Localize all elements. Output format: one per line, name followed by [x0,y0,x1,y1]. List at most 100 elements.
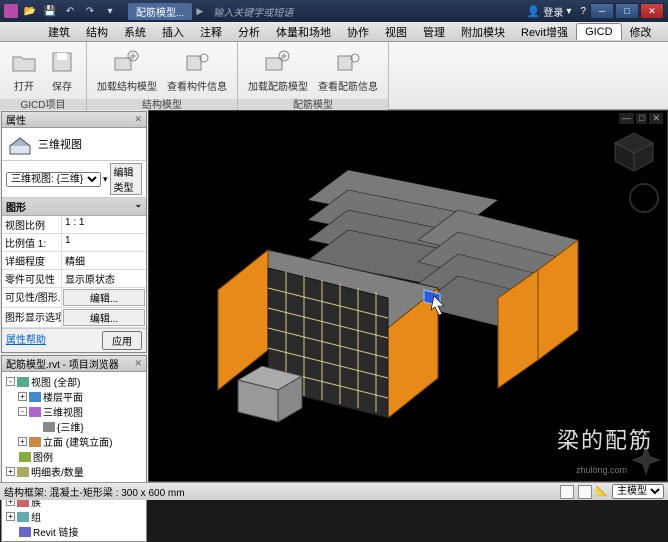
tree-item-label: 视图 (全部) [31,374,80,389]
panel-title: 属性 [6,112,26,127]
tree-node[interactable]: + 明细表/数量 [4,464,144,479]
property-key: 视图比例 [2,216,62,233]
edit-type-button[interactable]: 编辑类型 [110,163,142,195]
expand-icon[interactable]: + [18,392,27,401]
category-label: 图形 [6,199,26,214]
tab-gicd[interactable]: GICD [576,23,622,40]
document-title: 配筋模型... [128,3,192,20]
view-mode-select[interactable]: 主模型 [612,484,664,499]
qat-more-icon[interactable]: ▾ [102,3,118,19]
tab-structure[interactable]: 结构 [78,22,116,42]
tab-architecture[interactable]: 建筑 [40,22,78,42]
login-link[interactable]: 登录 [543,4,563,19]
tab-insert[interactable]: 插入 [154,22,192,42]
view-rebar-button[interactable]: 查看配筋信息 [314,46,382,95]
tab-manage[interactable]: 管理 [415,22,453,42]
status-icon-2[interactable] [578,485,592,499]
tab-modify[interactable]: 修改 [622,22,660,42]
tree-node[interactable]: +立面 (建筑立面) [4,434,144,449]
app-icon[interactable] [4,4,18,18]
close-button[interactable]: ✕ [640,3,664,19]
property-value[interactable]: 精细 [62,252,146,269]
property-row[interactable]: 详细程度精细 [2,252,146,270]
tree-node[interactable]: 图例 [4,449,144,464]
save-icon [48,48,76,76]
tab-annotate[interactable]: 注释 [192,22,230,42]
ribbon-group-project: 打开 保存 GICD项目 [0,42,87,109]
building-model [198,140,618,440]
instance-chevron-icon[interactable]: ▾ [103,174,108,185]
tab-collaborate[interactable]: 协作 [339,22,377,42]
minimize-button[interactable]: ─ [590,3,614,19]
tree-item-icon [17,377,29,387]
viewport-close-icon[interactable]: ✕ [649,113,663,124]
model-viewport[interactable]: — □ ✕ [148,110,668,482]
title-chevron-icon[interactable]: ▶ [196,6,203,17]
tab-addins[interactable]: 附加模块 [453,22,513,42]
property-value[interactable]: 1 : 1 [62,216,146,233]
tree-node[interactable]: +组 [4,509,144,524]
folder-open-icon [10,48,38,76]
tree-node[interactable]: + 楼层平面 [4,389,144,404]
qat-redo-icon[interactable]: ↷ [82,3,98,19]
qat-save-icon[interactable]: 💾 [42,3,58,19]
login-chevron-icon[interactable]: ▾ [566,6,571,17]
tab-revit-extensions[interactable]: Revit增强 [513,22,576,42]
property-row[interactable]: 视图比例1 : 1 [2,216,146,234]
property-value[interactable]: 编辑... [63,309,145,326]
maximize-button[interactable]: □ [615,3,639,19]
help-icon[interactable]: ? [580,6,586,17]
tab-system[interactable]: 系统 [116,22,154,42]
expand-icon[interactable]: + [18,437,27,446]
property-row[interactable]: 可见性/图形...编辑... [2,288,146,308]
tree-item-label: 楼层平面 [43,389,83,404]
navigation-wheel[interactable] [629,183,659,213]
search-input[interactable]: 输入关键字或短语 [213,4,293,19]
properties-help-link[interactable]: 属性帮助 [6,331,46,350]
open-button[interactable]: 打开 [6,46,42,95]
tree-item-icon [19,527,31,537]
user-icon: 👤 [527,5,541,18]
status-icon-1[interactable] [560,485,574,499]
tree-node[interactable]: Revit 链接 [4,524,144,539]
status-bar: 结构框架: 混凝土-矩形梁 : 300 x 600 mm 📐 主模型 [0,482,668,500]
expand-icon[interactable]: - [18,407,27,416]
project-tree[interactable]: - 视图 (全部) + 楼层平面-三维视图{三维}+立面 (建筑立面)图例 + 明细表/数… [2,372,146,541]
expand-icon[interactable]: + [6,467,15,476]
status-selection: 结构框架: 混凝土-矩形梁 : 300 x 600 mm [4,484,185,499]
tab-massing[interactable]: 体量和场地 [268,22,339,42]
expand-icon[interactable]: - [6,377,15,386]
view-component-button[interactable]: 查看构件信息 [163,46,231,95]
property-value[interactable]: 编辑... [63,289,145,306]
brand-text: zhulong.com [576,465,627,475]
property-value[interactable]: 1 [62,234,146,251]
apply-button[interactable]: 应用 [102,331,142,350]
category-expand-icon[interactable]: ⌄ [134,199,142,214]
qat-open-icon[interactable]: 📂 [22,3,38,19]
expand-icon[interactable]: + [6,512,15,521]
panel-close-icon[interactable]: ✕ [134,114,142,125]
status-sep: 📐 [596,486,608,497]
load-rebar-button[interactable]: 加载配筋模型 [244,46,312,95]
viewport-maximize-icon[interactable]: □ [636,113,647,124]
tree-item-label: {三维} [57,419,84,434]
project-browser-panel: 配筋模型.rvt - 项目浏览器✕ -视图 (全部)+楼层平面-三维视图{三维}… [1,355,147,542]
tree-node[interactable]: -三维视图 [4,404,144,419]
property-value[interactable]: 显示原状态 [62,270,146,287]
save-button[interactable]: 保存 [44,46,80,95]
tree-item-label: 明细表/数量 [31,464,84,479]
tree-node[interactable]: - 视图 (全部) [4,374,144,389]
view-type-icon [6,132,34,156]
viewport-minimize-icon[interactable]: — [619,113,634,124]
qat-undo-icon[interactable]: ↶ [62,3,78,19]
tab-view[interactable]: 视图 [377,22,415,42]
property-key: 零件可见性 [2,270,62,287]
property-row[interactable]: 图形显示选项编辑... [2,308,146,328]
panel-close-icon[interactable]: ✕ [134,358,142,369]
tab-analyze[interactable]: 分析 [230,22,268,42]
view-selector[interactable]: 三维视图: {三维} [6,172,101,187]
property-row[interactable]: 比例值 1:1 [2,234,146,252]
property-row[interactable]: 零件可见性显示原状态 [2,270,146,288]
tree-node[interactable]: {三维} [4,419,144,434]
load-structure-button[interactable]: 加载结构模型 [93,46,161,95]
